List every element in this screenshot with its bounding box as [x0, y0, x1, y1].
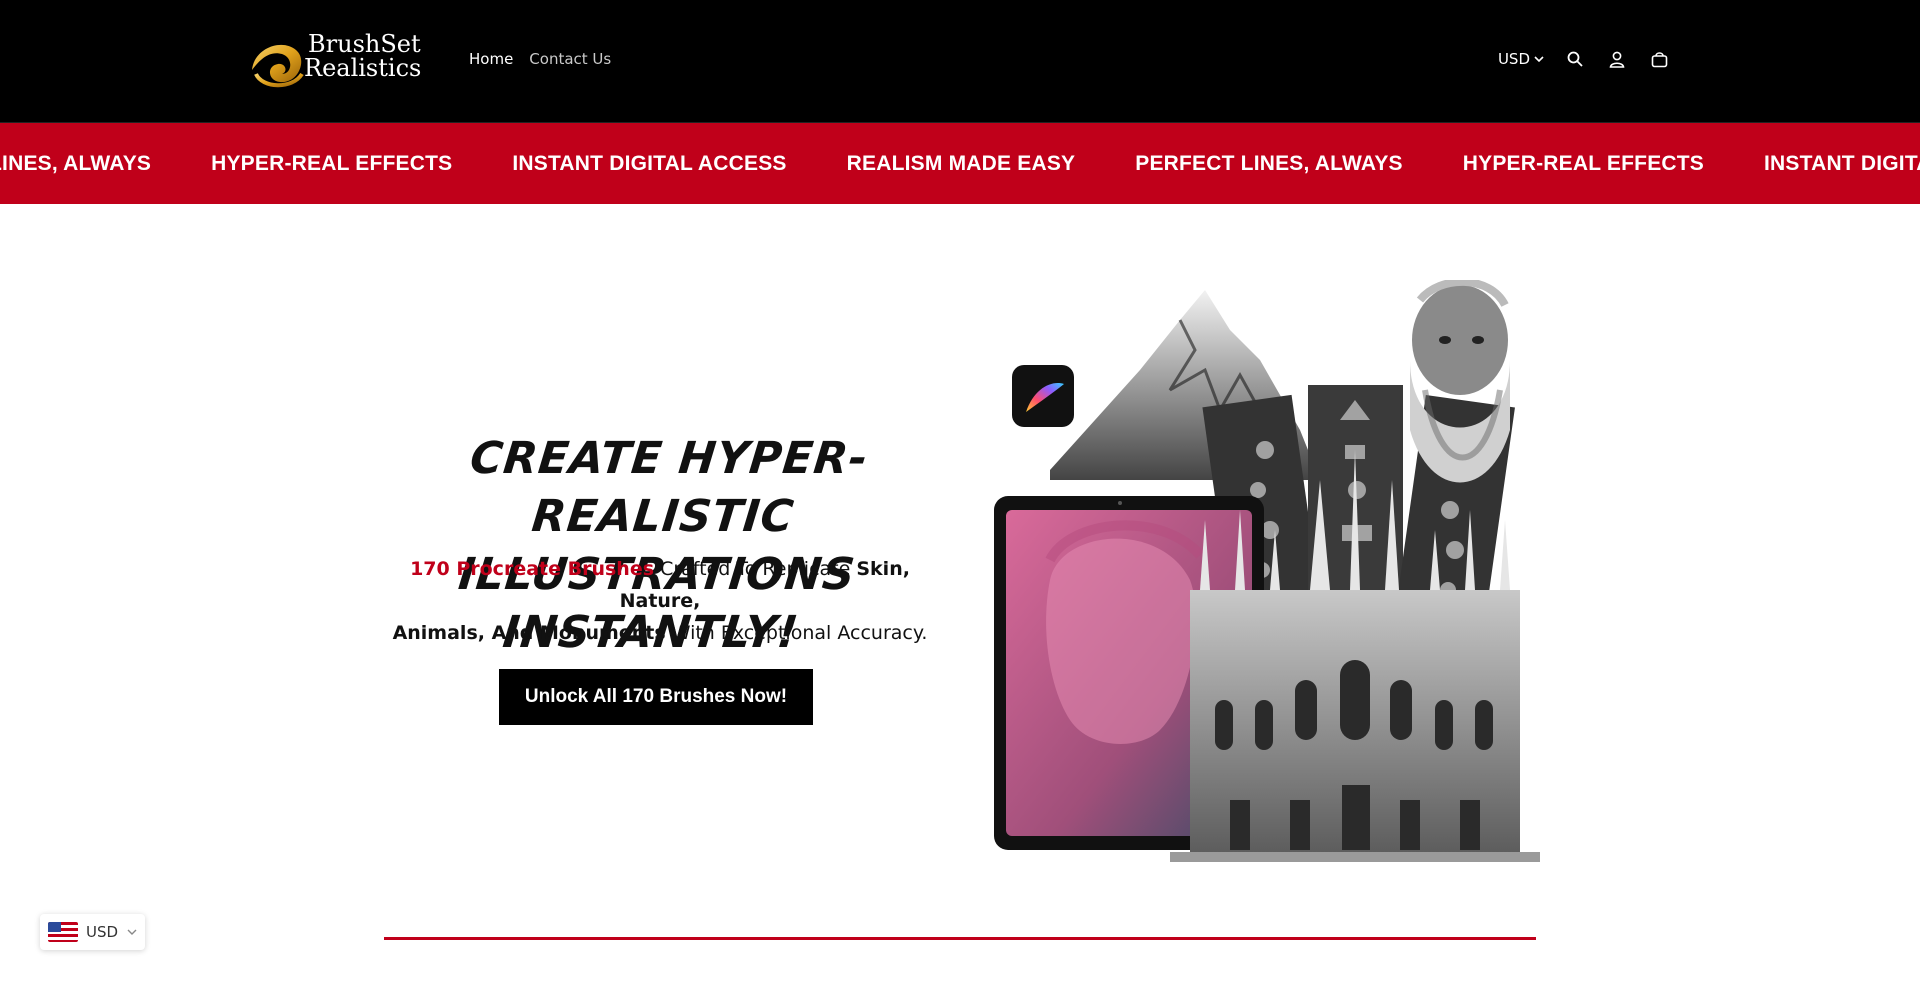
ticker-item: HYPER-REAL EFFECTS — [211, 152, 453, 175]
ticker-item: INSTANT DIGITAL ACCESS — [1764, 152, 1920, 175]
ticker-item: RFECT LINES, ALWAYS — [0, 152, 152, 175]
hero-subtitle: 170 Procreate Brushes Crafted To Replica… — [380, 553, 940, 649]
brand-name-line2: Realistics — [304, 54, 422, 82]
currency-selector[interactable]: USD — [1498, 50, 1544, 68]
site-header: BrushSet Realistics Home Contact Us USD — [0, 0, 1920, 122]
us-flag-icon — [48, 922, 78, 942]
ticker-item: HYPER-REAL EFFECTS — [1462, 152, 1704, 175]
ticker-item: PERFECT LINES, ALWAYS — [1135, 152, 1403, 175]
brand-wordmark: BrushSet Realistics — [304, 32, 421, 80]
search-icon[interactable] — [1564, 48, 1586, 70]
nav-item-home[interactable]: Home — [469, 50, 513, 68]
ticker-track: RFECT LINES, ALWAYS HYPER-REAL EFFECTS I… — [0, 123, 1920, 204]
account-icon[interactable] — [1606, 48, 1628, 70]
portrait-illustration — [1410, 280, 1510, 483]
hero-sub-highlight: 170 Procreate Brushes — [410, 558, 655, 580]
nav-item-contact[interactable]: Contact Us — [529, 50, 611, 68]
section-divider — [384, 937, 1536, 940]
currency-widget-label: USD — [86, 923, 119, 941]
cart-icon[interactable] — [1648, 48, 1670, 70]
ticker-item: INSTANT DIGITAL ACCESS — [512, 152, 787, 175]
brand-name-line1: BrushSet — [308, 30, 421, 58]
hero-sub-text1: Crafted To Replicate — [654, 558, 857, 580]
procreate-app-icon — [1012, 365, 1074, 427]
unlock-brushes-button[interactable]: Unlock All 170 Brushes Now! — [499, 669, 813, 725]
logo-swoosh-icon — [252, 44, 304, 88]
header-utilities: USD — [1498, 48, 1670, 70]
chevron-down-icon — [127, 929, 137, 935]
hero-product-image — [994, 280, 1540, 862]
hero-sub-bold2: Animals, And Monuments — [392, 622, 666, 644]
main-nav: Home Contact Us — [469, 50, 611, 68]
brand-logo[interactable]: BrushSet Realistics — [248, 28, 438, 94]
hero-title-line1: Create Hyper-Realistic — [467, 433, 871, 542]
announcement-ticker: RFECT LINES, ALWAYS HYPER-REAL EFFECTS I… — [0, 122, 1920, 204]
ticker-item: REALISM MADE EASY — [846, 152, 1076, 175]
chevron-down-icon — [1534, 56, 1544, 63]
currency-label: USD — [1497, 50, 1530, 68]
currency-widget[interactable]: USD — [40, 914, 145, 950]
hero-sub-text2: With Exceptional Accuracy. — [665, 622, 928, 644]
